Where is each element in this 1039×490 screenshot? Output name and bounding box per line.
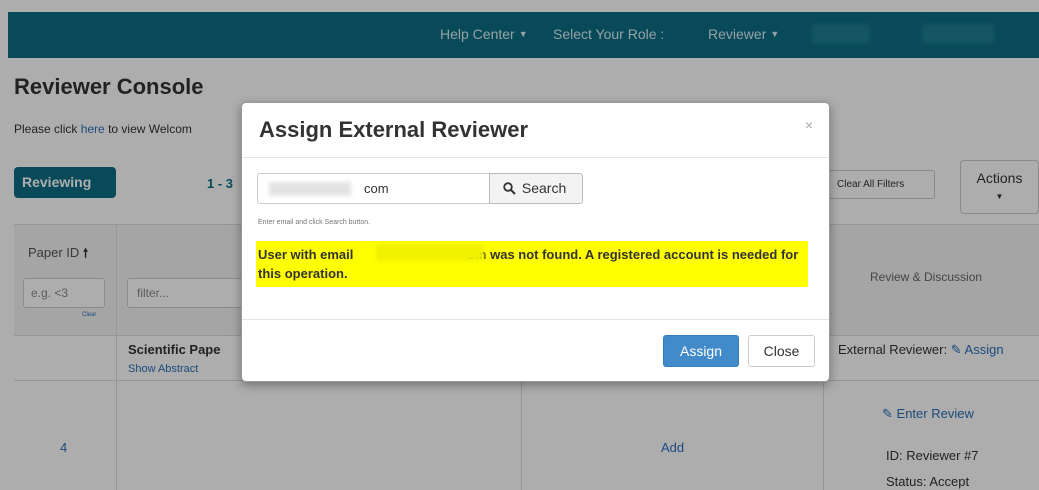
redacted-email xyxy=(376,244,484,261)
divider xyxy=(242,319,829,320)
modal-title: Assign External Reviewer xyxy=(259,117,529,142)
help-text: Enter email and click Search button. xyxy=(258,219,371,226)
assign-external-reviewer-modal: Assign External Reviewer × com Search En… xyxy=(241,102,830,382)
close-button[interactable]: Close xyxy=(748,335,815,367)
redacted-email xyxy=(269,182,351,196)
search-button[interactable]: Search xyxy=(489,173,583,204)
assign-button[interactable]: Assign xyxy=(663,335,739,367)
not-found-alert: User with email om was not found. A regi… xyxy=(256,241,808,287)
search-icon xyxy=(503,182,516,195)
divider xyxy=(242,157,829,158)
close-icon[interactable]: × xyxy=(805,117,813,133)
